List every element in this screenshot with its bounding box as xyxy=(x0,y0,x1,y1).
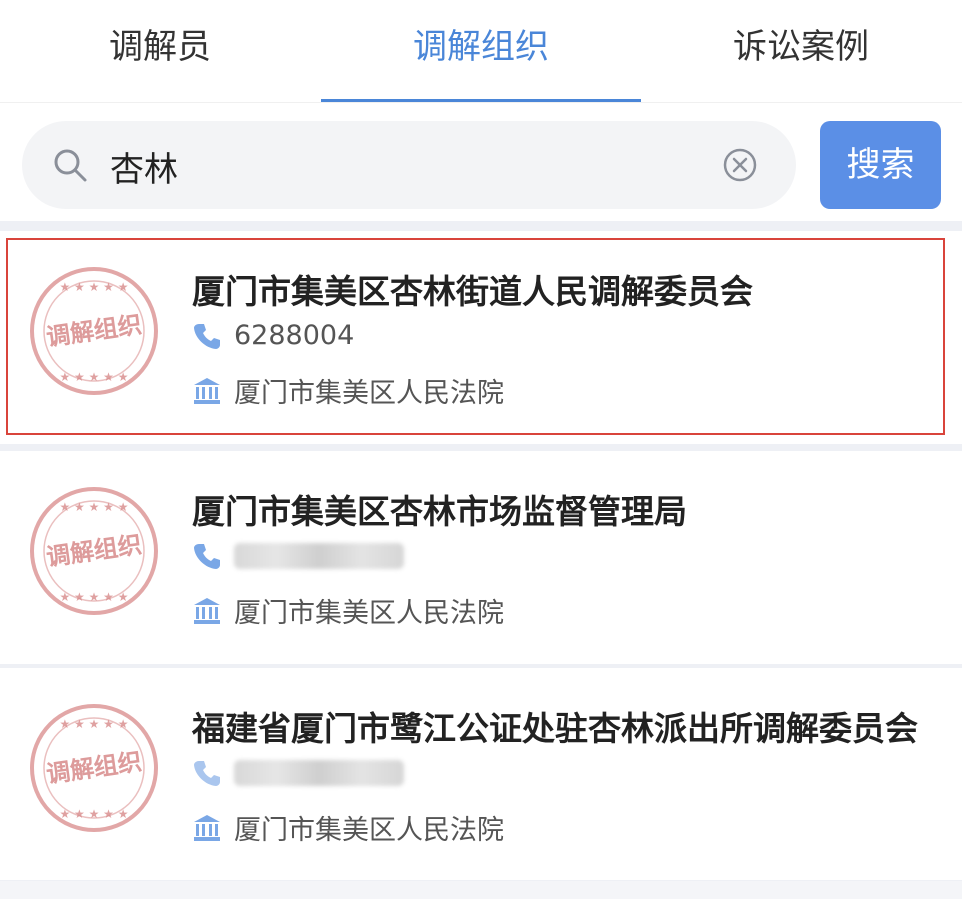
court-name: 厦门市集美区人民法院 xyxy=(234,378,504,409)
tab-mediators[interactable]: 调解员 xyxy=(0,0,320,102)
search-box xyxy=(22,121,796,209)
court-row: 厦门市集美区人民法院 xyxy=(192,371,504,411)
obscured-phone-number xyxy=(234,759,404,786)
court-row: 厦门市集美区人民法院 xyxy=(192,808,504,848)
court-building-icon xyxy=(194,377,220,404)
phone-row[interactable] xyxy=(192,756,404,796)
search-input[interactable] xyxy=(108,133,692,199)
stamp-text: 调解组织 xyxy=(45,310,144,351)
phone-row[interactable] xyxy=(192,539,404,579)
result-card[interactable]: ★ ★ ★ ★ ★ ★ ★ ★ ★ ★ 调解组织 厦门市集美区杏林街道人民调解委… xyxy=(0,231,962,444)
svg-text:★ ★ ★ ★ ★: ★ ★ ★ ★ ★ xyxy=(59,500,128,514)
search-area: 搜索 xyxy=(0,102,962,221)
org-name: 厦门市集美区杏林街道人民调解委员会 xyxy=(192,272,753,311)
mediation-org-stamp-icon: ★ ★ ★ ★ ★ ★ ★ ★ ★ ★ 调解组织 xyxy=(30,704,158,832)
result-card[interactable]: ★ ★ ★ ★ ★ ★ ★ ★ ★ ★ 调解组织 福建省厦门市鹭江公证处驻杏林派… xyxy=(0,668,962,880)
phone-icon xyxy=(194,323,220,349)
svg-text:★ ★ ★ ★ ★: ★ ★ ★ ★ ★ xyxy=(59,717,128,731)
court-name: 厦门市集美区人民法院 xyxy=(234,815,504,846)
org-name: 福建省厦门市鹭江公证处驻杏林派出所调解委员会 xyxy=(192,709,918,748)
tab-mediation-organizations[interactable]: 调解组织 xyxy=(321,0,641,102)
phone-icon xyxy=(194,760,220,786)
mediation-org-stamp-icon: ★ ★ ★ ★ ★ ★ ★ ★ ★ ★ 调解组织 xyxy=(30,487,158,615)
clear-icon[interactable] xyxy=(722,147,758,183)
phone-row[interactable]: 6288004 xyxy=(192,319,354,359)
court-name: 厦门市集美区人民法院 xyxy=(234,598,504,629)
stamp-text: 调解组织 xyxy=(45,530,144,571)
mediation-org-stamp-icon: ★ ★ ★ ★ ★ ★ ★ ★ ★ ★ 调解组织 xyxy=(30,267,158,395)
list-footer xyxy=(0,881,962,899)
svg-text:★ ★ ★ ★ ★: ★ ★ ★ ★ ★ xyxy=(59,370,128,384)
svg-text:★ ★ ★ ★ ★: ★ ★ ★ ★ ★ xyxy=(59,280,128,294)
phone-icon xyxy=(194,543,220,569)
court-row: 厦门市集美区人民法院 xyxy=(192,591,504,631)
org-name: 厦门市集美区杏林市场监督管理局 xyxy=(192,492,687,531)
court-building-icon xyxy=(194,814,220,841)
svg-text:★ ★ ★ ★ ★: ★ ★ ★ ★ ★ xyxy=(59,590,128,604)
search-button[interactable]: 搜索 xyxy=(820,121,941,209)
obscured-phone-number xyxy=(234,542,404,569)
tab-litigation-cases[interactable]: 诉讼案例 xyxy=(641,0,961,102)
phone-number: 6288004 xyxy=(234,320,355,351)
stamp-text: 调解组织 xyxy=(45,747,144,788)
tab-bar: 调解员 调解组织 诉讼案例 xyxy=(0,0,962,102)
svg-text:★ ★ ★ ★ ★: ★ ★ ★ ★ ★ xyxy=(59,807,128,821)
search-icon xyxy=(54,149,87,182)
court-building-icon xyxy=(194,597,220,624)
result-card[interactable]: ★ ★ ★ ★ ★ ★ ★ ★ ★ ★ 调解组织 厦门市集美区杏林市场监督管理局… xyxy=(0,451,962,664)
